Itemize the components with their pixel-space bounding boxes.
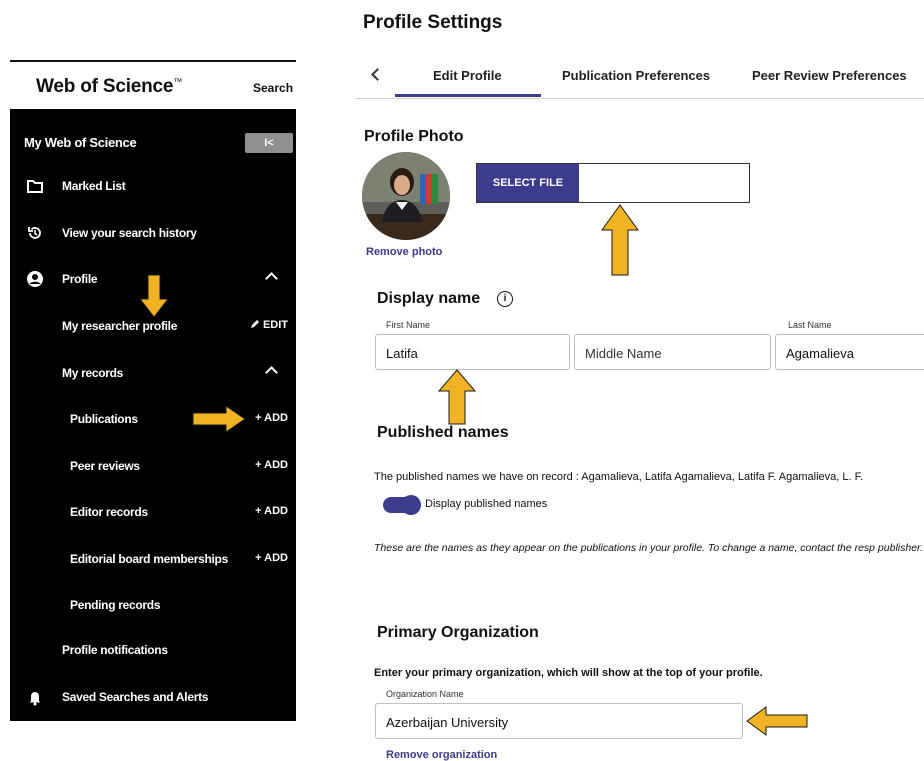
profile-photo-image — [362, 152, 450, 240]
tab-publication-preferences[interactable]: Publication Preferences — [562, 68, 710, 83]
bell-icon — [29, 692, 41, 706]
add-editorial-board-button[interactable]: + ADD — [255, 552, 288, 564]
sidebar-item-marked-list[interactable]: Marked List — [10, 175, 296, 199]
organization-name-label: Organization Name — [384, 689, 466, 699]
active-tab-indicator — [395, 94, 541, 97]
avatar — [362, 152, 450, 240]
annotation-arrow-right — [192, 405, 246, 433]
sidebar-item-label: Editor records — [70, 505, 148, 519]
sidebar-item-researcher-profile[interactable]: My researcher profile EDIT — [10, 315, 296, 339]
toggle-label: Display published names — [425, 498, 548, 510]
organization-name-field[interactable]: Azerbaijan University — [375, 703, 743, 739]
pencil-icon — [250, 320, 259, 328]
sidebar-item-editor-records[interactable]: Editor records + ADD — [10, 501, 296, 525]
select-file-button[interactable]: SELECT FILE — [477, 164, 579, 202]
last-name-label: Last Name — [786, 320, 834, 330]
history-icon — [28, 227, 41, 239]
sidebar-item-label: Peer reviews — [70, 459, 140, 473]
edit-researcher-profile-button[interactable]: EDIT — [250, 319, 288, 331]
annotation-arrow-up — [601, 204, 639, 276]
first-name-label: First Name — [384, 320, 433, 330]
remove-organization-link[interactable]: Remove organization — [386, 749, 497, 761]
sidebar: My Web of Science I< Marked List View yo… — [10, 109, 296, 721]
sidebar-item-pending-records[interactable]: Pending records — [10, 594, 296, 618]
add-editor-record-button[interactable]: + ADD — [255, 505, 288, 517]
sidebar-item-label: Profile — [62, 272, 98, 286]
sidebar-item-label: My researcher profile — [62, 319, 178, 333]
collapse-sidebar-button[interactable]: I< — [245, 133, 293, 153]
sidebar-item-search-history[interactable]: View your search history — [10, 222, 296, 246]
sidebar-item-profile-notifications[interactable]: Profile notifications — [10, 639, 296, 663]
first-name-value: Latifa — [386, 346, 418, 361]
annotation-arrow-down — [138, 274, 170, 318]
annotation-arrow-up — [438, 369, 476, 425]
add-peer-review-button[interactable]: + ADD — [255, 459, 288, 471]
page-title: Profile Settings — [363, 12, 503, 33]
info-icon[interactable]: i — [497, 291, 513, 307]
chevron-up-icon[interactable] — [265, 272, 278, 285]
tab-peer-review-preferences[interactable]: Peer Review Preferences — [752, 68, 907, 83]
last-name-value: Agamalieva — [786, 346, 854, 361]
sidebar-item-label: Marked List — [62, 179, 126, 193]
edit-label: EDIT — [262, 319, 288, 331]
search-link[interactable]: Search — [253, 81, 293, 95]
first-name-field[interactable]: Latifa — [375, 334, 570, 370]
sidebar-item-label: Profile notifications — [62, 643, 168, 657]
display-name-heading: Display name — [377, 290, 481, 307]
sidebar-item-label: Pending records — [70, 598, 161, 612]
middle-name-placeholder: Middle Name — [585, 346, 662, 361]
published-names-heading: Published names — [377, 424, 509, 441]
sidebar-item-label: My records — [62, 366, 124, 380]
chevron-left-icon[interactable] — [371, 68, 384, 81]
sidebar-item-label: Editorial board memberships — [70, 552, 228, 566]
web-of-science-logo[interactable]: Web of Science™ — [36, 76, 182, 98]
display-published-names-toggle[interactable] — [383, 495, 421, 515]
logo-mark: ™ — [173, 76, 183, 87]
published-names-list: The published names we have on record : … — [374, 471, 864, 483]
folder-icon — [27, 180, 43, 193]
published-names-note: These are the names as they appear on th… — [374, 542, 924, 554]
sidebar-item-my-records[interactable]: My records — [10, 362, 296, 386]
logo-text: Web of Science — [36, 76, 174, 97]
sidebar-item-label: View your search history — [62, 226, 197, 240]
annotation-arrow-left — [746, 706, 808, 736]
sidebar-item-label: Publications — [70, 412, 138, 426]
organization-name-value: Azerbaijan University — [386, 715, 509, 730]
sidebar-item-publications[interactable]: Publications + ADD — [10, 408, 296, 432]
middle-name-field[interactable]: Middle Name — [574, 334, 771, 370]
add-publication-button[interactable]: + ADD — [255, 412, 288, 424]
organization-description: Enter your primary organization, which w… — [374, 667, 763, 679]
sidebar-item-editorial-board[interactable]: Editorial board memberships + ADD — [10, 548, 296, 572]
user-circle-icon — [27, 271, 43, 287]
last-name-field[interactable]: Agamalieva — [775, 334, 924, 370]
primary-organization-heading: Primary Organization — [377, 624, 539, 641]
sidebar-item-saved-searches[interactable]: Saved Searches and Alerts — [10, 686, 296, 710]
file-upload-field[interactable]: SELECT FILE — [476, 163, 750, 203]
tab-bar: Edit Profile Publication Preferences Pee… — [355, 58, 924, 99]
profile-photo-heading: Profile Photo — [364, 128, 464, 145]
sidebar-title: My Web of Science — [24, 135, 137, 150]
chevron-up-icon[interactable] — [265, 366, 278, 379]
tab-edit-profile[interactable]: Edit Profile — [433, 68, 502, 83]
toggle-knob — [401, 495, 421, 515]
remove-photo-link[interactable]: Remove photo — [366, 246, 442, 258]
sidebar-item-peer-reviews[interactable]: Peer reviews + ADD — [10, 455, 296, 479]
sidebar-item-label: Saved Searches and Alerts — [62, 690, 209, 704]
